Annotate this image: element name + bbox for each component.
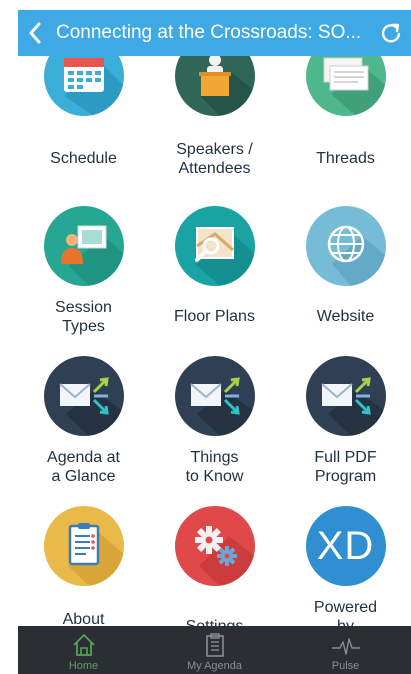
tile-floor-plans[interactable]: Floor Plans [149, 206, 280, 336]
agenda-icon [205, 633, 224, 657]
globe-icon [305, 206, 386, 286]
presenter-icon [43, 206, 124, 286]
tile-label: Session Types [55, 299, 112, 335]
gears-icon [174, 506, 255, 586]
podium-speaker-icon [174, 56, 255, 116]
xd-logo-text: XD [316, 523, 375, 568]
mail-arrows-icon [174, 356, 255, 436]
tile-agenda-at-a-glance[interactable]: Agenda at a Glance [18, 356, 149, 486]
tile-label: Schedule [50, 150, 117, 167]
tab-pulse[interactable]: Pulse [280, 626, 411, 674]
tile-schedule[interactable]: Schedule [18, 56, 149, 182]
tile-label: Agenda at a Glance [47, 449, 120, 485]
tile-label: Floor Plans [174, 308, 255, 325]
page-title: Connecting at the Crossroads: SO... [56, 22, 362, 43]
tile-label: Full PDF Program [314, 449, 377, 485]
top-navigation-bar: Connecting at the Crossroads: SO... [18, 10, 411, 56]
mail-arrows-icon [43, 356, 124, 436]
map-magnifier-icon [174, 206, 255, 286]
tile-settings[interactable]: Settings [149, 506, 280, 626]
tile-full-pdf-program[interactable]: Full PDF Program [280, 356, 411, 486]
tile-about-event[interactable]: About Event [18, 506, 149, 626]
refresh-icon [381, 23, 401, 43]
tile-label: Things to Know [185, 449, 244, 485]
tile-website[interactable]: Website [280, 206, 411, 336]
home-icon [72, 634, 95, 656]
tile-label: Settings [149, 617, 280, 626]
tile-session-types[interactable]: Session Types [18, 206, 149, 336]
tile-label: Speakers / Attendees [176, 141, 253, 177]
calendar-icon [43, 56, 124, 116]
pulse-icon [331, 638, 360, 655]
tile-label: Threads [316, 150, 375, 167]
refresh-button[interactable] [371, 10, 411, 56]
mail-arrows-icon [305, 356, 386, 436]
tile-speakers-attendees[interactable]: Speakers / Attendees [149, 56, 280, 182]
tile-label: About Event [62, 611, 105, 626]
xd-logo: XD [305, 506, 386, 586]
tile-powered-by[interactable]: XD Powered by [280, 506, 411, 626]
tab-home-label: Home [68, 660, 99, 672]
tab-pulse-label: Pulse [331, 660, 360, 672]
threads-icon [305, 56, 386, 116]
tile-label: Powered by [313, 599, 378, 626]
feature-grid: Schedule Speakers / Attendees Threads Se… [18, 56, 411, 626]
tile-things-to-know[interactable]: Things to Know [149, 356, 280, 486]
tile-label: Website [316, 308, 375, 325]
tab-home[interactable]: Home [18, 626, 149, 674]
tile-threads[interactable]: Threads [280, 56, 411, 182]
back-button[interactable] [18, 10, 52, 56]
clipboard-icon [43, 506, 124, 586]
chevron-left-icon [29, 22, 41, 44]
tab-my-agenda-label: My Agenda [186, 660, 243, 672]
bottom-tab-bar: Home My Agenda Pulse [18, 626, 411, 674]
tab-my-agenda[interactable]: My Agenda [149, 626, 280, 674]
